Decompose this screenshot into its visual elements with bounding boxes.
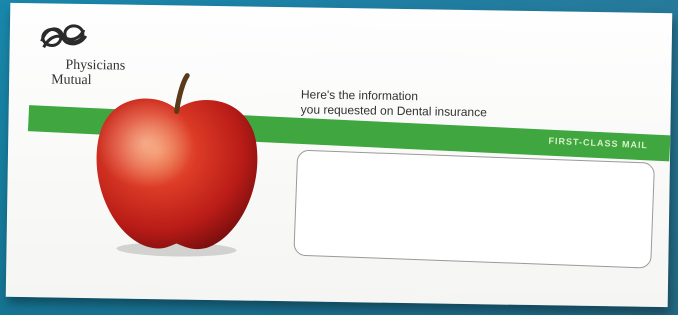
headline: Here's the information you requested on … — [301, 87, 601, 122]
brand-name-line2: Mutual — [51, 72, 92, 89]
address-window — [293, 149, 655, 269]
physicians-mutual-logo-icon — [40, 24, 88, 49]
apple-icon — [96, 73, 258, 257]
postage-label: FIRST-CLASS MAIL — [548, 135, 649, 151]
envelope: Physicians Mutual FIRST-CLASS MAIL Here'… — [5, 2, 673, 308]
